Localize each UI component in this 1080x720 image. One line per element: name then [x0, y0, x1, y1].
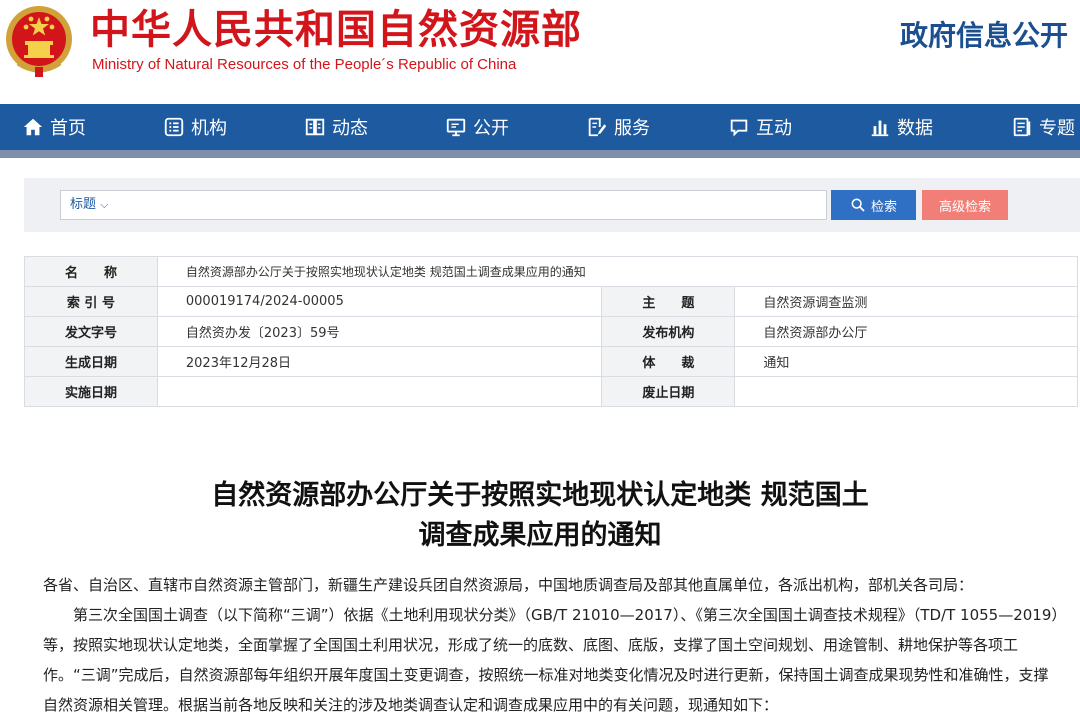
search-type-label: 标题 — [70, 197, 97, 212]
article-body: 各省、自治区、直辖市自然资源主管部门，新疆生产建设兵团自然资源局，中国地质调查局… — [43, 570, 1063, 720]
name-label: 名 称 — [24, 256, 158, 287]
advanced-search-label: 高级检索 — [938, 199, 991, 215]
national-emblem-icon[interactable] — [4, 3, 74, 79]
doc-info-table: 名 称 自然资源部办公厅关于按照实地现状认定地类 规范国土调查成果应用的通知 索… — [24, 256, 1079, 407]
subject-label: 主 题 — [601, 286, 736, 317]
table-row: 实施日期 废止日期 — [24, 376, 1078, 407]
created-value: 2023年12月28日 — [156, 346, 603, 377]
nav-item-label: 服务 — [614, 118, 650, 139]
org-icon — [164, 117, 184, 137]
article-title-line2: 调查成果应用的通知 — [418, 520, 662, 551]
nav-item-home[interactable]: 首页 — [22, 104, 86, 150]
effective-label: 实施日期 — [24, 376, 158, 407]
abolish-value — [734, 376, 1078, 407]
search-button-label: 检索 — [870, 199, 897, 215]
nav-item-org[interactable]: 机构 — [163, 104, 227, 150]
table-row: 名 称 自然资源部办公厅关于按照实地现状认定地类 规范国土调查成果应用的通知 — [24, 256, 1079, 287]
search-input[interactable] — [60, 190, 827, 220]
table-row: 发文字号 自然资办发〔2023〕59号 发布机构 自然资源部办公厅 — [24, 316, 1078, 347]
site-name-cn[interactable]: 中华人民共和国自然资源部 — [90, 4, 582, 56]
site-header: 中华人民共和国自然资源部 Ministry of Natural Resourc… — [0, 0, 1080, 104]
nav-divider — [0, 150, 1080, 158]
topic-icon — [1013, 117, 1031, 137]
nav-item-topic[interactable]: 专题 — [1011, 104, 1075, 150]
nav-item-service[interactable]: 服务 — [586, 104, 650, 150]
home-icon — [23, 118, 43, 136]
genre-value: 通知 — [734, 346, 1078, 377]
chart-icon — [871, 120, 889, 137]
search-type-dropdown[interactable]: 标题 ⌵ — [70, 190, 109, 220]
table-row: 索 引 号 000019174/2024-00005 主 题 自然资源调查监测 — [24, 286, 1078, 317]
abolish-label: 废止日期 — [601, 376, 736, 407]
article-title-line1: 自然资源部办公厅关于按照实地现状认定地类 规范国土 — [211, 480, 869, 511]
nav-item-label: 互动 — [756, 118, 792, 139]
created-label: 生成日期 — [24, 346, 158, 377]
gov-info-disclosure-title[interactable]: 政府信息公开 — [900, 14, 1068, 54]
nav-item-label: 专题 — [1039, 118, 1075, 139]
publisher-value: 自然资源部办公厅 — [734, 316, 1078, 347]
chat-icon — [730, 119, 748, 137]
advanced-search-button[interactable]: 高级检索 — [922, 190, 1008, 220]
screen-icon — [446, 118, 466, 137]
doc-no-value: 自然资办发〔2023〕59号 — [156, 316, 603, 347]
news-icon — [305, 118, 325, 136]
search-icon — [851, 198, 865, 212]
name-value: 自然资源部办公厅关于按照实地现状认定地类 规范国土调查成果应用的通知 — [156, 256, 1079, 287]
article-paragraph: 第三次全国国土调查（以下简称“三调”）依据《土地利用现状分类》（GB/T 210… — [43, 606, 1059, 714]
publisher-label: 发布机构 — [601, 316, 736, 347]
article-addressee: 各省、自治区、直辖市自然资源主管部门，新疆生产建设兵团自然资源局，中国地质调查局… — [43, 576, 974, 594]
search-button[interactable]: 检索 — [831, 190, 916, 220]
nav-item-label: 动态 — [332, 118, 368, 139]
nav-item-label: 机构 — [191, 118, 227, 139]
effective-value — [156, 376, 603, 407]
nav-item-data[interactable]: 数据 — [869, 104, 933, 150]
genre-label: 体 裁 — [601, 346, 736, 377]
chevron-down-icon: ⌵ — [100, 198, 109, 211]
subject-value: 自然资源调查监测 — [734, 286, 1078, 317]
site-name-en: Ministry of Natural Resources of the Peo… — [92, 56, 517, 73]
doc-no-label: 发文字号 — [24, 316, 158, 347]
nav-item-label: 首页 — [50, 118, 86, 139]
nav-item-interact[interactable]: 互动 — [728, 104, 792, 150]
main-nav: 首页 机构 动态 公开 服务 互动 数据 专题 — [0, 104, 1080, 150]
nav-item-label: 公开 — [473, 118, 509, 139]
nav-item-news[interactable]: 动态 — [304, 104, 368, 150]
index-value: 000019174/2024-00005 — [156, 286, 603, 317]
service-icon — [588, 117, 607, 137]
article-title: 自然资源部办公厅关于按照实地现状认定地类 规范国土 调查成果应用的通知 — [140, 476, 940, 556]
index-label: 索 引 号 — [24, 286, 158, 317]
nav-item-public[interactable]: 公开 — [445, 104, 509, 150]
table-row: 生成日期 2023年12月28日 体 裁 通知 — [24, 346, 1078, 377]
nav-item-label: 数据 — [897, 118, 933, 139]
